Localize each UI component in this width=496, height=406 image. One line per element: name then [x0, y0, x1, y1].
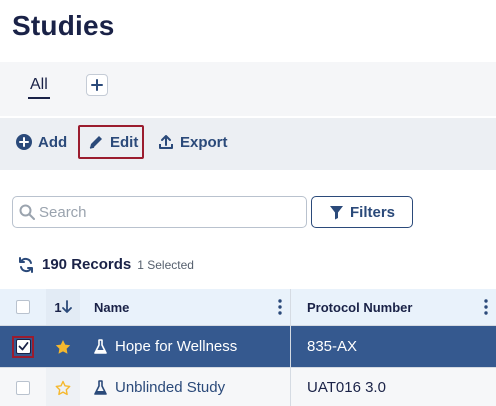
- search-input[interactable]: Search: [12, 196, 307, 228]
- study-name-cell[interactable]: Hope for Wellness: [80, 326, 290, 367]
- favorite-cell: [46, 368, 80, 406]
- tab-all[interactable]: All: [30, 76, 48, 94]
- protocol-column-header[interactable]: Protocol Number: [290, 289, 496, 325]
- checkmark-icon: [18, 342, 28, 351]
- protocol-column-menu-icon[interactable]: [484, 299, 488, 315]
- row-checkbox-highlight: [12, 335, 34, 358]
- star-outline-icon[interactable]: [55, 380, 71, 396]
- row-select-cell: [0, 326, 46, 367]
- select-all-cell: [0, 289, 46, 325]
- sort-column-header[interactable]: 1: [46, 289, 80, 325]
- study-name: Hope for Wellness: [115, 338, 238, 355]
- protocol-number: 835-AX: [307, 338, 358, 355]
- page-title: Studies: [12, 10, 115, 41]
- name-column-header[interactable]: Name: [80, 289, 290, 325]
- edit-button[interactable]: Edit: [78, 125, 144, 159]
- name-header-label: Name: [94, 299, 130, 315]
- plus-icon: [91, 79, 103, 91]
- name-column-menu-icon[interactable]: [278, 299, 282, 315]
- flask-icon: [94, 379, 107, 395]
- search-icon: [19, 204, 35, 220]
- protocol-number-cell: UAT016 3.0: [290, 368, 496, 406]
- add-button-label: Add: [38, 133, 68, 151]
- filters-button-label: Filters: [349, 203, 395, 221]
- toolbar: Add Edit Export: [0, 118, 496, 170]
- studies-table: 1 Name Protocol Number Hope for Wellness: [0, 289, 496, 406]
- favorite-cell: [46, 326, 80, 367]
- table-row[interactable]: Unblinded Study UAT016 3.0: [0, 367, 496, 406]
- edit-button-label: Edit: [110, 133, 139, 151]
- records-count: 190 Records: [42, 256, 132, 273]
- row-select-cell: [0, 368, 46, 406]
- row-checkbox-checked[interactable]: [15, 339, 31, 354]
- study-name-cell[interactable]: Unblinded Study: [80, 368, 290, 406]
- pencil-icon: [89, 136, 102, 149]
- add-tab-button[interactable]: [86, 74, 108, 96]
- refresh-icon[interactable]: [18, 256, 34, 273]
- select-all-checkbox[interactable]: [16, 300, 30, 314]
- plus-circle-icon: [16, 134, 32, 150]
- protocol-header-label: Protocol Number: [307, 299, 413, 315]
- tab-bar: All: [0, 62, 496, 116]
- protocol-number-cell: 835-AX: [290, 326, 496, 367]
- row-checkbox[interactable]: [16, 380, 30, 395]
- study-name: Unblinded Study: [115, 379, 226, 396]
- export-button-label: Export: [180, 133, 228, 151]
- filters-button[interactable]: Filters: [311, 196, 413, 228]
- star-filled-icon[interactable]: [55, 339, 71, 355]
- selected-count: 1 Selected: [137, 257, 194, 272]
- sort-down-arrow-icon: [61, 300, 72, 313]
- table-header: 1 Name Protocol Number: [0, 289, 496, 325]
- active-tab-indicator: [28, 97, 50, 99]
- upload-icon: [159, 135, 173, 149]
- table-row[interactable]: Hope for Wellness 835-AX: [0, 325, 496, 367]
- filter-icon: [329, 205, 343, 219]
- records-summary: 190 Records 1 Selected: [18, 256, 194, 273]
- flask-icon: [94, 338, 107, 354]
- export-button[interactable]: Export: [158, 125, 228, 159]
- search-placeholder: Search: [39, 203, 87, 221]
- protocol-number: UAT016 3.0: [307, 379, 386, 396]
- sort-order-label: 1: [54, 299, 62, 315]
- add-button[interactable]: Add: [16, 125, 67, 159]
